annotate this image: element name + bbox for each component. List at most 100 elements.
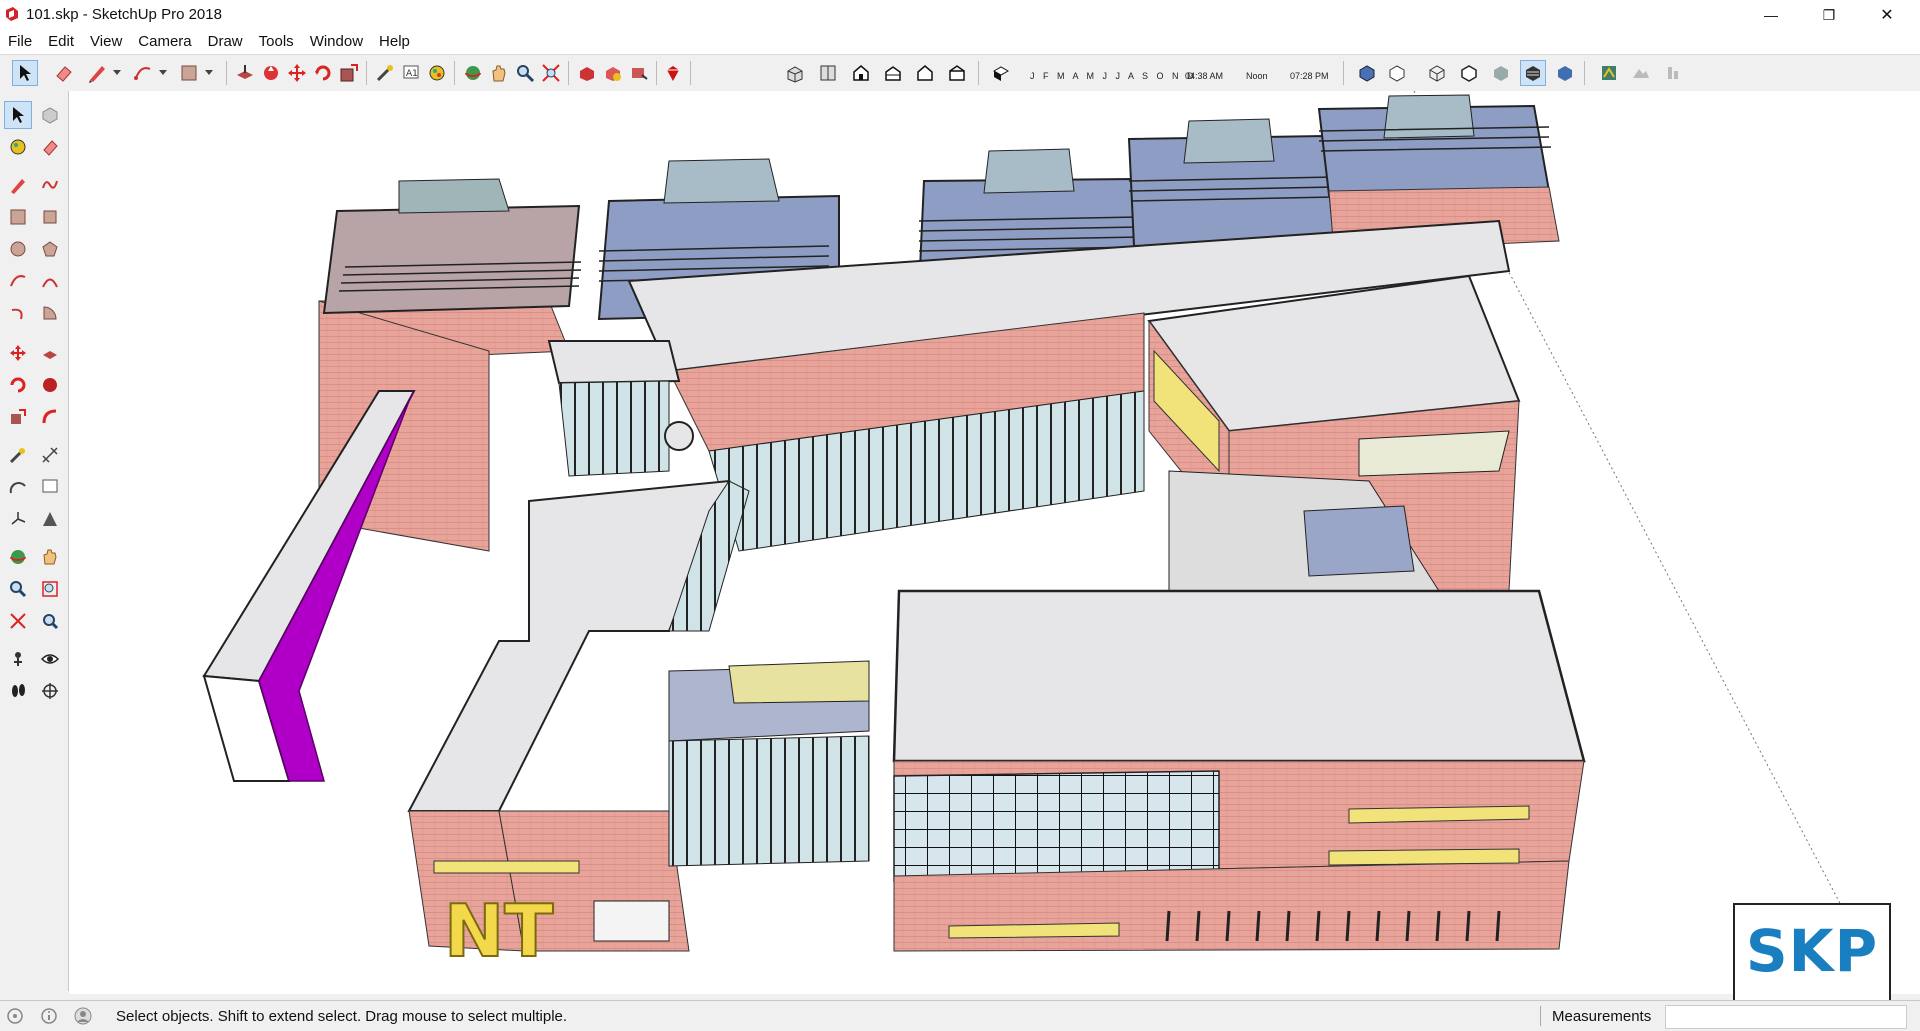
palette-position-camera-button[interactable]	[4, 645, 32, 673]
rotate-icon	[10, 377, 26, 393]
iso-view-button[interactable]	[782, 60, 808, 86]
menu-draw[interactable]: Draw	[200, 30, 251, 54]
front-view-button[interactable]	[848, 60, 874, 86]
select-tool-button[interactable]	[12, 60, 38, 86]
palette-follow-me-button[interactable]	[36, 371, 64, 399]
zoom-tool-button[interactable]	[512, 60, 538, 86]
arrow-cursor-icon	[20, 65, 31, 81]
menu-help[interactable]: Help	[371, 30, 418, 54]
line-tool-dropdown[interactable]	[110, 60, 124, 86]
left-view-button[interactable]	[944, 60, 970, 86]
follow-me-tool-button[interactable]	[258, 60, 284, 86]
palette-walk-button[interactable]	[4, 677, 32, 705]
right-view-button[interactable]	[880, 60, 906, 86]
freehand-icon	[42, 180, 58, 189]
palette-orbit-button[interactable]	[4, 543, 32, 571]
palette-arc-button[interactable]	[4, 267, 32, 295]
user-account-icon[interactable]	[74, 1007, 92, 1025]
scale-tool-button[interactable]	[336, 60, 362, 86]
palette-look-around-button[interactable]	[36, 645, 64, 673]
pan-tool-button[interactable]	[486, 60, 512, 86]
orbit-tool-button[interactable]	[460, 60, 486, 86]
model-viewport[interactable]: NT	[69, 91, 1920, 994]
palette-zoom-button[interactable]	[4, 575, 32, 603]
move-arrows-icon	[10, 345, 26, 361]
extension-warehouse-button[interactable]	[660, 60, 686, 86]
eraser-tool-button[interactable]	[50, 60, 76, 86]
menu-file[interactable]: File	[0, 30, 40, 54]
menu-view[interactable]: View	[82, 30, 130, 54]
palette-rectangle-button[interactable]	[4, 203, 32, 231]
palette-move-button[interactable]	[4, 339, 32, 367]
shaded-textures-style-button[interactable]	[1520, 60, 1546, 86]
shadows-toggle-button[interactable]	[988, 60, 1014, 86]
palette-offset-button[interactable]	[36, 403, 64, 431]
measurements-input[interactable]	[1665, 1005, 1907, 1029]
palette-tape-button[interactable]	[4, 441, 32, 469]
palette-pie-button[interactable]	[36, 299, 64, 327]
tape-measure-tool-button[interactable]	[372, 60, 398, 86]
palette-eraser-button[interactable]	[36, 133, 64, 161]
push-pull-tool-button[interactable]	[232, 60, 258, 86]
restore-button[interactable]: ❐	[1800, 0, 1858, 30]
palette-rotated-rectangle-button[interactable]	[36, 203, 64, 231]
info-icon[interactable]	[40, 1007, 58, 1025]
palette-pan-button[interactable]	[36, 543, 64, 571]
palette-2point-arc-button[interactable]	[36, 267, 64, 295]
move-tool-button[interactable]	[284, 60, 310, 86]
menu-edit[interactable]: Edit	[40, 30, 82, 54]
arc-tool-dropdown[interactable]	[156, 60, 170, 86]
menu-tools[interactable]: Tools	[251, 30, 302, 54]
toggle-terrain-button[interactable]	[1628, 60, 1654, 86]
palette-freehand-button[interactable]	[36, 171, 64, 199]
menu-window[interactable]: Window	[302, 30, 371, 54]
back-view-button[interactable]	[912, 60, 938, 86]
palette-component-button[interactable]	[36, 101, 64, 129]
palette-circle-button[interactable]	[4, 235, 32, 263]
monochrome-style-button[interactable]	[1552, 60, 1578, 86]
palette-polygon-button[interactable]	[36, 235, 64, 263]
minimize-button[interactable]: —	[1742, 0, 1800, 30]
scale-icon	[340, 64, 358, 82]
three-point-arc-icon	[11, 308, 23, 320]
rectangle-tool-button[interactable]	[176, 60, 202, 86]
wireframe-style-button[interactable]	[1424, 60, 1450, 86]
palette-paint-button[interactable]	[4, 133, 32, 161]
shaded-style-button[interactable]	[1488, 60, 1514, 86]
palette-3point-arc-button[interactable]	[4, 299, 32, 327]
palette-3d-text-button[interactable]	[36, 505, 64, 533]
hidden-line-style-button[interactable]	[1456, 60, 1482, 86]
palette-protractor-button[interactable]	[4, 473, 32, 501]
back-edges-style-button[interactable]	[1384, 60, 1410, 86]
close-window-button[interactable]: ✕	[1858, 0, 1916, 30]
palette-dimension-button[interactable]	[36, 441, 64, 469]
share-component-button[interactable]	[626, 60, 652, 86]
geo-location-icon[interactable]	[6, 1007, 24, 1025]
palette-line-button[interactable]	[4, 171, 32, 199]
palette-zoom-extents-button[interactable]	[4, 607, 32, 635]
palette-push-pull-button[interactable]	[36, 339, 64, 367]
palette-rotate-button[interactable]	[4, 371, 32, 399]
palette-text-button[interactable]	[36, 473, 64, 501]
palette-zoom-window-button[interactable]	[36, 575, 64, 603]
palette-axes-button[interactable]	[4, 505, 32, 533]
palette-section-plane-button[interactable]	[36, 677, 64, 705]
share-model-button[interactable]	[600, 60, 626, 86]
top-view-button[interactable]	[815, 60, 841, 86]
text-tool-button[interactable]: A1	[398, 60, 424, 86]
warehouse-button[interactable]	[574, 60, 600, 86]
zoom-extents-tool-button[interactable]	[538, 60, 564, 86]
arc-tool-button[interactable]	[130, 60, 156, 86]
add-location-button[interactable]	[1596, 60, 1622, 86]
paint-bucket-tool-button[interactable]	[424, 60, 450, 86]
shape-tool-dropdown[interactable]	[202, 60, 216, 86]
photo-textures-button[interactable]	[1660, 60, 1686, 86]
line-tool-button[interactable]	[84, 60, 110, 86]
rotate-tool-button[interactable]	[310, 60, 336, 86]
palette-previous-view-button[interactable]	[36, 607, 64, 635]
menu-camera[interactable]: Camera	[130, 30, 199, 54]
palette-select-button[interactable]	[4, 101, 32, 129]
dimension-icon	[42, 447, 58, 463]
xray-style-button[interactable]	[1354, 60, 1380, 86]
palette-scale-button[interactable]	[4, 403, 32, 431]
